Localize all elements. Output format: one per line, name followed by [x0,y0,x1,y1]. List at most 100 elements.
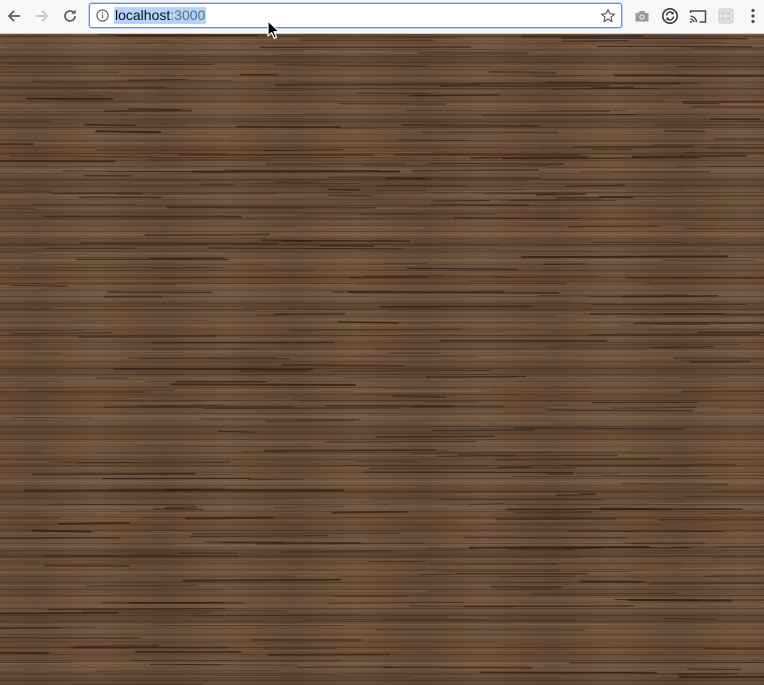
wood-grain-streak [305,36,457,39]
wood-grain-streak [0,627,62,630]
wood-grain-streak [653,502,764,505]
grid-extension-button[interactable] [715,5,737,27]
url-port: :3000 [170,7,206,23]
wood-grain-streak [691,106,764,108]
wood-grain-streak [292,575,340,577]
wood-grain-streak [308,515,439,518]
wood-grain-streak [7,552,135,554]
wood-grain-streak [331,370,492,372]
wood-grain-streak [173,227,330,230]
wood-grain-streak [344,465,486,467]
wood-grain-streak [468,545,651,549]
wood-grain-streak [11,332,113,335]
back-button[interactable] [1,3,27,29]
wood-grain-streak [38,506,151,509]
wood-grain-streak [24,198,63,200]
wood-grain-streak [266,419,355,423]
browser-menu-button[interactable] [743,5,763,27]
wood-grain-streak [409,94,501,97]
wood-grain-streak [257,542,424,545]
wood-grain-streak [324,503,384,506]
wood-grain-streak [687,311,764,313]
wood-grain-streak [680,376,727,379]
wood-grain-streak [622,483,728,485]
reload-button[interactable] [57,3,83,29]
wood-grain-streak [453,217,579,220]
info-icon[interactable] [96,9,109,22]
wood-grain-streak [340,156,412,158]
wood-grain-streak [578,557,710,559]
wood-grain-streak [77,335,218,338]
wood-grain-streak [655,128,712,131]
wood-grain-streak [547,409,694,412]
wood-grain-streak [411,168,539,172]
forward-button[interactable] [29,3,55,29]
wood-grain-streak [523,247,718,251]
wood-grain-streak [432,200,490,202]
wood-grain-streak [620,324,710,326]
wood-grain-streak [31,472,196,476]
wood-grain-streak [61,94,96,97]
wood-grain-streak [650,582,764,585]
wood-grain-streak [47,607,226,611]
wood-grain-streak [0,86,166,88]
wood-grain-streak [98,34,273,36]
wood-grain-streak [548,412,754,414]
wood-grain-streak [375,628,586,631]
wood-grain-streak [506,146,540,148]
wood-grain-streak [509,330,552,333]
wood-grain-streak [652,326,752,328]
wood-grain-streak [551,88,660,90]
wood-grain-streak [474,598,618,601]
wood-grain-streak [274,506,346,508]
wood-grain-streak [0,47,6,48]
wood-grain-streak [464,536,628,539]
camera-extension-button[interactable] [631,5,653,27]
wood-grain-streak [207,247,404,250]
wood-grain-streak [572,145,694,148]
wood-grain-streak [98,575,160,578]
wood-grain-streak [37,252,224,255]
star-icon[interactable] [600,8,616,24]
wood-grain-streak [338,102,446,106]
wood-grain-streak [479,671,658,674]
kebab-menu-icon [751,8,755,24]
wood-grain-streak [191,532,400,535]
wood-grain-streak [274,64,429,67]
wood-grain-streak [217,430,258,433]
wood-grain-streak [87,89,154,92]
wood-grain-streak [398,139,471,142]
wood-grain-streak [561,37,749,40]
wood-grain-streak [385,262,429,265]
wood-grain-streak [513,427,684,430]
wood-grain-streak [682,389,764,393]
wood-grain-streak [447,616,490,619]
wood-grain-streak [495,458,661,461]
wood-grain-streak [164,506,197,509]
wood-grain-streak [203,407,400,409]
cast-button[interactable] [687,5,709,27]
wood-grain-streak [567,530,724,532]
wood-grain-streak [631,154,747,158]
wood-grain-streak [152,531,185,533]
wood-grain-texture [0,34,764,685]
wood-grain-streak [534,75,583,78]
wood-grain-streak [651,143,764,146]
wood-grain-streak [289,328,463,331]
wood-grain-streak [609,642,764,644]
wood-grain-streak [9,63,213,66]
sync-extension-button[interactable] [659,5,681,27]
wood-grain-streak [41,451,97,454]
wood-grain-streak [564,464,736,467]
reload-icon [64,9,76,22]
wood-grain-streak [223,169,382,172]
wood-grain-streak [182,338,385,341]
wood-grain-streak [356,92,431,95]
wood-grain-streak [707,146,764,149]
wood-grain-streak [0,661,72,663]
url-text[interactable]: localhost:3000 [114,7,207,24]
address-bar[interactable]: localhost:3000 [89,3,622,28]
wood-grain-streak [491,275,599,278]
wood-grain-streak [11,284,68,287]
wood-grain-streak [342,376,517,379]
